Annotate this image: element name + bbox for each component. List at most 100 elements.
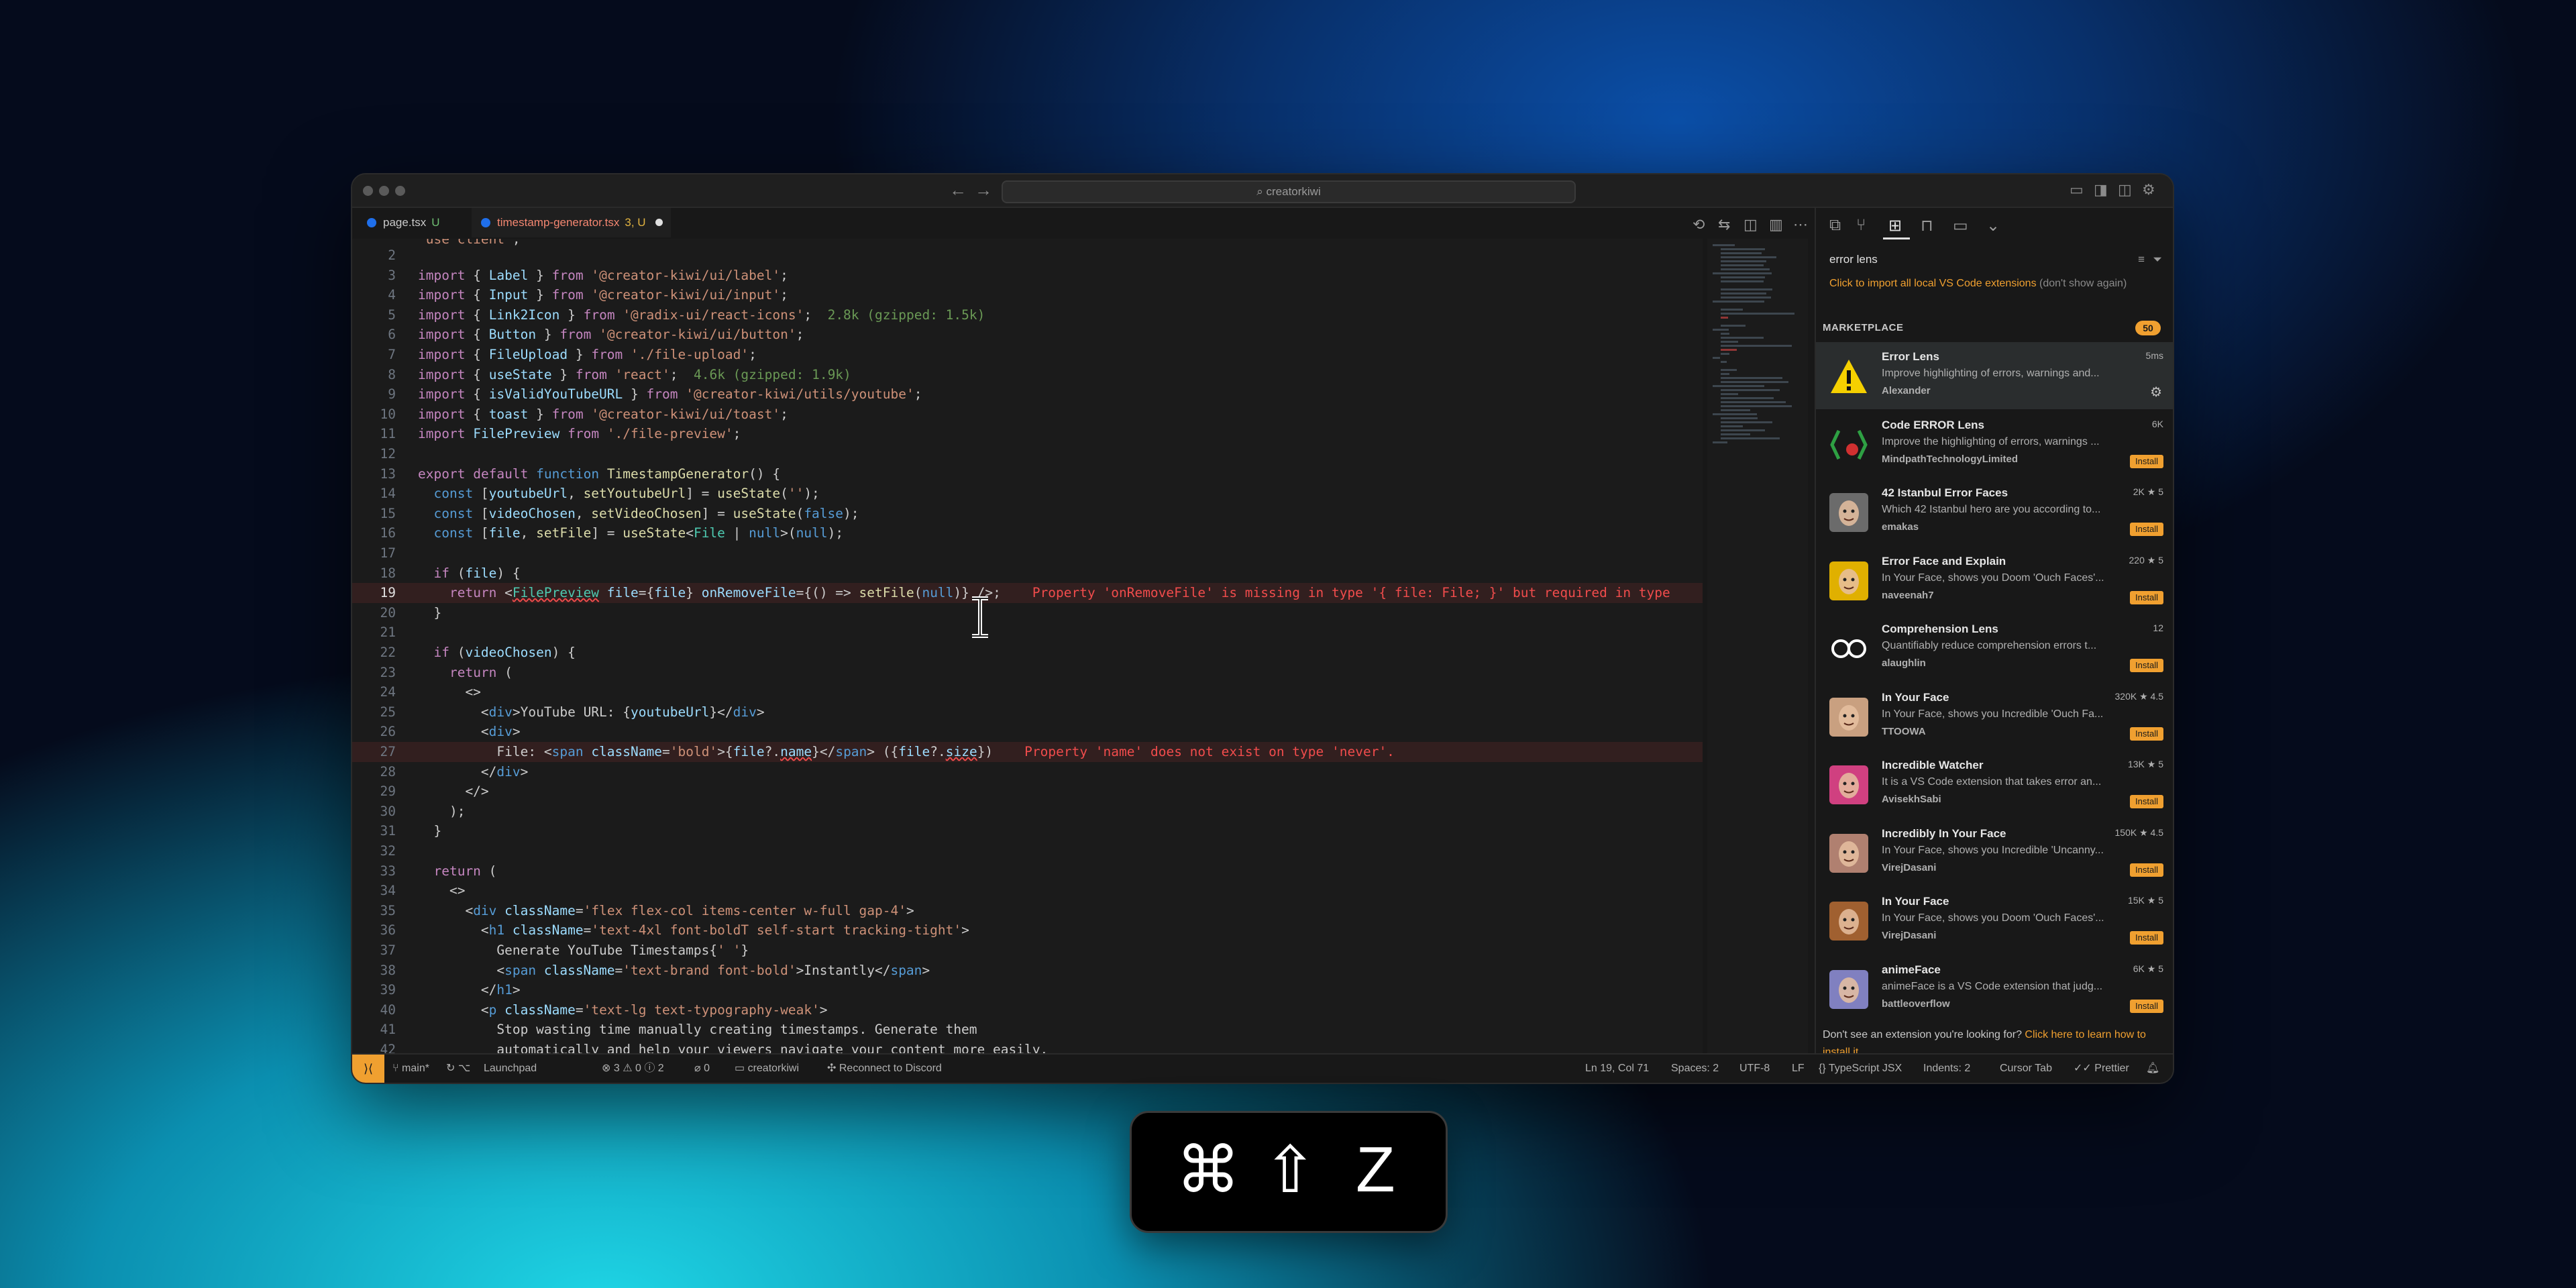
code-line-error[interactable]: 19 return <FilePreview file={file} onRem…: [352, 583, 1703, 603]
install-button[interactable]: Install: [2130, 659, 2163, 672]
tab-timestamp-generator-tsx[interactable]: timestamp-generator.tsx 3, U: [472, 208, 671, 237]
import-extensions-link[interactable]: Click to import all local VS Code extens…: [1829, 275, 2165, 292]
indents-status[interactable]: Indents: 2: [1923, 1055, 1970, 1083]
code-line[interactable]: 23 return (: [352, 663, 1703, 683]
code-line[interactable]: 12: [352, 444, 1703, 464]
bookmark-icon[interactable]: ⊓: [1921, 216, 1933, 235]
extension-item[interactable]: Error Lens Improve highlighting of errors…: [1816, 342, 2173, 409]
forward-arrow-icon[interactable]: →: [975, 180, 992, 201]
code-line[interactable]: 30 );: [352, 802, 1703, 822]
source-control-icon[interactable]: ⑂: [1856, 216, 1866, 235]
install-button[interactable]: Install: [2130, 454, 2163, 468]
code-line[interactable]: 21: [352, 623, 1703, 643]
discord-status[interactable]: ✣ Reconnect to Discord: [827, 1055, 942, 1083]
code-line[interactable]: 26 <div>: [352, 722, 1703, 742]
extension-item[interactable]: animeFace animeFace is a VS Code extensio…: [1816, 955, 2173, 1022]
code-editor[interactable]: 'use client'; 2 3 import { Label } from '@…: [352, 239, 1703, 1053]
extension-item[interactable]: Incredibly In Your Face In Your Face, sho…: [1816, 819, 2173, 886]
cursor-position-status[interactable]: Ln 19, Col 71: [1585, 1055, 1649, 1083]
prettier-status[interactable]: ✓✓ Prettier: [2074, 1055, 2129, 1083]
launchpad-status[interactable]: Launchpad: [484, 1055, 537, 1083]
code-line[interactable]: 11 import FilePreview from './file-previe…: [352, 424, 1703, 444]
extension-item[interactable]: Comprehension Lens Quantifiably reduce co…: [1816, 614, 2173, 682]
remote-indicator-icon[interactable]: ⟩⟨: [352, 1055, 384, 1083]
install-button[interactable]: Install: [2130, 590, 2163, 604]
code-line[interactable]: 7 import { FileUpload } from './file-uplo…: [352, 345, 1703, 365]
encoding-status[interactable]: UTF-8: [1739, 1055, 1770, 1083]
code-line[interactable]: 35 <div className='flex flex-col items-c…: [352, 901, 1703, 921]
code-line[interactable]: 22 if (videoChosen) {: [352, 643, 1703, 663]
branch-status[interactable]: ⑂ main*: [392, 1055, 429, 1083]
code-line[interactable]: 34 <>: [352, 881, 1703, 901]
extension-item[interactable]: 42 Istanbul Error Faces Which 42 Istanbul…: [1816, 478, 2173, 545]
code-line[interactable]: 2: [352, 246, 1703, 266]
install-button[interactable]: Install: [2130, 863, 2163, 877]
toggle-sidebar-icon[interactable]: ◨: [2094, 181, 2108, 199]
notifications-bell-icon[interactable]: 🔔︎: [2146, 1055, 2159, 1083]
sync-icon[interactable]: ↻ ⌥: [446, 1055, 470, 1083]
code-line[interactable]: 41 Stop wasting time manually creating t…: [352, 1020, 1703, 1040]
code-line[interactable]: 37 Generate YouTube Timestamps{' '}: [352, 941, 1703, 961]
install-button[interactable]: Install: [2130, 795, 2163, 808]
code-line[interactable]: 3 import { Label } from '@creator-kiwi/ui…: [352, 266, 1703, 286]
back-arrow-icon[interactable]: ←: [949, 180, 967, 201]
code-line-error[interactable]: 27 File: <span className='bold'>{file?.n…: [352, 742, 1703, 762]
more-actions-icon[interactable]: ⋯: [1793, 216, 1808, 233]
settings-gear-icon[interactable]: ⚙: [2142, 181, 2155, 199]
code-line[interactable]: 25 <div>YouTube URL: {youtubeUrl}</div>: [352, 702, 1703, 722]
code-line[interactable]: 6 import { Button } from '@creator-kiwi/u…: [352, 325, 1703, 345]
open-changes-icon[interactable]: ◫: [1743, 216, 1758, 233]
code-line[interactable]: 13 export default function TimestampGener…: [352, 464, 1703, 484]
code-line[interactable]: 17: [352, 543, 1703, 564]
code-line[interactable]: 20 }: [352, 603, 1703, 623]
tab-page-tsx[interactable]: page.tsx U: [358, 208, 448, 237]
eol-status[interactable]: LF: [1792, 1055, 1805, 1083]
code-line[interactable]: 29 </>: [352, 782, 1703, 802]
marketplace-header[interactable]: MARKETPLACE: [1823, 322, 1904, 333]
folder-icon[interactable]: ▭: [1953, 216, 1968, 235]
compare-icon[interactable]: ⇆: [1718, 216, 1730, 233]
code-line[interactable]: 28 </div>: [352, 762, 1703, 782]
code-line[interactable]: 15 const [videoChosen, setVideoChosen] =…: [352, 504, 1703, 524]
code-line[interactable]: 14 const [youtubeUrl, setYoutubeUrl] = u…: [352, 484, 1703, 504]
code-line[interactable]: 10 import { toast } from '@creator-kiwi/u…: [352, 405, 1703, 425]
chevron-down-icon[interactable]: ⌄: [1986, 216, 2000, 235]
extension-item[interactable]: In Your Face In Your Face, shows you Incr…: [1816, 683, 2173, 750]
window-close-button[interactable]: [363, 186, 373, 196]
code-line[interactable]: 24 <>: [352, 682, 1703, 702]
project-status[interactable]: ▭ creatorkiwi: [735, 1055, 799, 1083]
code-line[interactable]: 40 <p className='text-lg text-typography…: [352, 1000, 1703, 1020]
command-center-search[interactable]: ⌕ creatorkiwi: [1002, 180, 1576, 203]
code-line[interactable]: 36 <h1 className='text-4xl font-boldT se…: [352, 920, 1703, 941]
language-mode-status[interactable]: {} TypeScript JSX: [1819, 1055, 1902, 1083]
clear-filter-icon[interactable]: ≡: [2138, 250, 2145, 270]
minimap[interactable]: [1707, 239, 1808, 1053]
code-line[interactable]: 33 return (: [352, 861, 1703, 881]
code-line[interactable]: 5 import { Link2Icon } from '@radix-ui/re…: [352, 305, 1703, 325]
code-line[interactable]: 32: [352, 841, 1703, 861]
extension-item[interactable]: Incredible Watcher It is a VS Code extens…: [1816, 751, 2173, 818]
code-line[interactable]: 16 const [file, setFile] = useState<File…: [352, 523, 1703, 543]
filter-icon[interactable]: ⏷: [2153, 250, 2162, 270]
cursor-tab-status[interactable]: Cursor Tab: [2000, 1055, 2052, 1083]
toggle-secondary-sidebar-icon[interactable]: ◫: [2118, 181, 2132, 199]
install-button[interactable]: Install: [2130, 931, 2163, 945]
install-button[interactable]: Install: [2130, 999, 2163, 1013]
code-line[interactable]: 39 </h1>: [352, 980, 1703, 1000]
indentation-status[interactable]: Spaces: 2: [1671, 1055, 1719, 1083]
code-line[interactable]: 9 import { isValidYouTubeURL } from '@cre…: [352, 384, 1703, 405]
code-line[interactable]: 18 if (file) {: [352, 564, 1703, 584]
ports-status[interactable]: ⌀ 0: [694, 1055, 710, 1083]
timeline-icon[interactable]: ⟲: [1693, 216, 1705, 233]
extensions-icon[interactable]: ⊞: [1888, 216, 1902, 235]
extension-item[interactable]: Code ERROR Lens Improve the highlighting …: [1816, 411, 2173, 478]
code-line[interactable]: 42 automatically and help your viewers n…: [352, 1040, 1703, 1053]
install-button[interactable]: Install: [2130, 523, 2163, 536]
extension-item[interactable]: Error Face and Explain In Your Face, show…: [1816, 547, 2173, 614]
extension-search-input[interactable]: error lens ≡ ⏷: [1829, 250, 2165, 270]
install-button[interactable]: Install: [2130, 727, 2163, 741]
extension-item[interactable]: In Your Face In Your Face, shows you Doom…: [1816, 887, 2173, 954]
code-line[interactable]: 4 import { Input } from '@creator-kiwi/ui…: [352, 285, 1703, 305]
toggle-panel-icon[interactable]: ▭: [2070, 181, 2084, 199]
manage-gear-icon[interactable]: ⚙: [2150, 384, 2162, 400]
